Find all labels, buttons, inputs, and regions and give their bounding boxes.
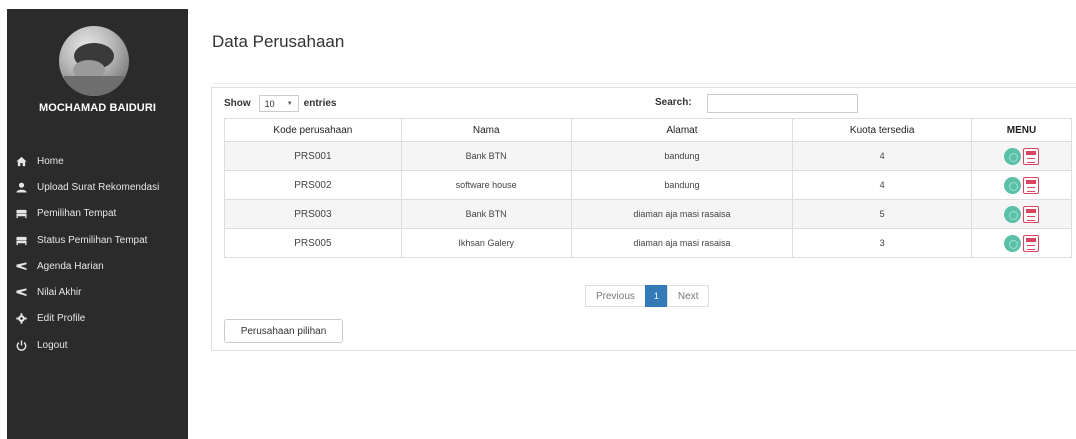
entries-value: 10: [264, 98, 275, 109]
save-icon[interactable]: [1023, 234, 1040, 252]
chevron-down-icon: ▼: [286, 100, 293, 107]
entries-select[interactable]: 10 ▼: [258, 95, 299, 112]
page-title: Data Perusahaan: [212, 32, 345, 51]
calendar-icon: [15, 260, 27, 272]
sidebar-item-label: Home: [37, 155, 64, 167]
sidebar-item-home[interactable]: Home: [7, 148, 188, 174]
cell-menu: [971, 228, 1072, 258]
table-row: PRS001 Bank BTN bandung 4: [224, 141, 1072, 171]
col-header-alamat[interactable]: Alamat: [570, 118, 794, 142]
cell-nama: Bank BTN: [400, 199, 572, 229]
pagination-next[interactable]: Next: [666, 285, 710, 307]
save-icon[interactable]: [1023, 205, 1040, 223]
entries-label: entries: [303, 98, 337, 109]
sidebar-item-upload[interactable]: Upload Surat Rekomendasi: [7, 174, 188, 200]
sidebar-item-label: Nilai Akhir: [37, 287, 82, 299]
save-icon[interactable]: [1023, 147, 1040, 165]
search-input[interactable]: [707, 94, 858, 113]
sidebar-item-edit-profile[interactable]: Edit Profile: [7, 306, 188, 332]
sidebar-item-label: Logout: [37, 339, 68, 351]
col-header-menu: MENU: [971, 118, 1072, 142]
sidebar-item-label: Agenda Harian: [37, 260, 104, 272]
cell-kuota: 4: [792, 170, 973, 200]
select-button[interactable]: [1004, 147, 1022, 165]
table-row: PRS005 Ikhsan Galery diaman aja masi ras…: [224, 228, 1072, 258]
sidebar-item-pemilihan[interactable]: Pemilihan Tempat: [7, 201, 188, 227]
cell-alamat: diaman aja masi rasaisa: [570, 199, 794, 229]
cell-alamat: diaman aja masi rasaisa: [570, 228, 794, 258]
cell-kuota: 3: [792, 228, 973, 258]
cell-kode: PRS001: [224, 141, 402, 171]
cell-alamat: bandung: [570, 141, 794, 171]
select-button[interactable]: [1004, 205, 1022, 223]
cell-menu: [971, 141, 1072, 171]
col-header-kuota[interactable]: Kuota tersedia: [792, 118, 973, 142]
sidebar-item-label: Status Pemilihan Tempat: [37, 234, 148, 246]
bed-icon: [15, 234, 27, 246]
sidebar-item-label: Upload Surat Rekomendasi: [37, 181, 160, 193]
perusahaan-pilihan-button[interactable]: Perusahaan pilihan: [224, 319, 343, 343]
col-header-nama[interactable]: Nama: [400, 118, 572, 142]
avatar: [59, 26, 129, 96]
sidebar-item-logout[interactable]: Logout: [7, 332, 188, 358]
cell-kode: PRS005: [224, 228, 402, 258]
cell-nama: Bank BTN: [400, 141, 572, 171]
table-row: PRS002 software house bandung 4: [224, 170, 1072, 200]
select-button[interactable]: [1004, 234, 1022, 252]
cell-nama: software house: [400, 170, 572, 200]
username: MOCHAMAD BAIDURI: [38, 102, 157, 114]
show-label: Show: [224, 98, 251, 109]
table-row: PRS003 Bank BTN diaman aja masi rasaisa …: [224, 199, 1072, 229]
sidebar-item-label: Edit Profile: [37, 313, 86, 325]
length-control: Show 10 ▼ entries: [224, 95, 336, 112]
sidebar-nav: Home Upload Surat Rekomendasi Pemilihan …: [7, 148, 188, 358]
save-icon[interactable]: [1023, 176, 1040, 194]
gear-icon: [15, 313, 27, 325]
title-divider: [212, 83, 1076, 84]
cell-menu: [971, 199, 1072, 229]
pagination: Previous 1 Next: [585, 285, 710, 307]
data-panel: Show 10 ▼ entries Search: Kode perusahaa…: [211, 87, 1076, 351]
user-icon: [15, 181, 27, 193]
cell-kuota: 5: [792, 199, 973, 229]
sidebar-item-label: Pemilihan Tempat: [37, 208, 117, 220]
pencil-icon: [15, 287, 27, 299]
pagination-page-1[interactable]: 1: [644, 285, 668, 307]
table-header-row: Kode perusahaan Nama Alamat Kuota tersed…: [224, 118, 1072, 142]
pagination-previous[interactable]: Previous: [585, 285, 646, 307]
cell-kuota: 4: [792, 141, 973, 171]
sidebar-item-status[interactable]: Status Pemilihan Tempat: [7, 227, 188, 253]
sidebar-item-nilai[interactable]: Nilai Akhir: [7, 279, 188, 305]
home-icon: [15, 155, 27, 167]
sidebar: MOCHAMAD BAIDURI Home Upload Surat Rekom…: [7, 9, 188, 439]
power-icon: [15, 339, 27, 351]
company-table: Kode perusahaan Nama Alamat Kuota tersed…: [224, 118, 1072, 258]
cell-alamat: bandung: [570, 170, 794, 200]
sidebar-item-agenda[interactable]: Agenda Harian: [7, 253, 188, 279]
search-label: Search:: [655, 97, 692, 108]
cell-menu: [971, 170, 1072, 200]
col-header-kode[interactable]: Kode perusahaan: [224, 118, 402, 142]
cell-nama: Ikhsan Galery: [400, 228, 572, 258]
bed-icon: [15, 208, 27, 220]
cell-kode: PRS002: [224, 170, 402, 200]
cell-kode: PRS003: [224, 199, 402, 229]
select-button[interactable]: [1004, 176, 1022, 194]
